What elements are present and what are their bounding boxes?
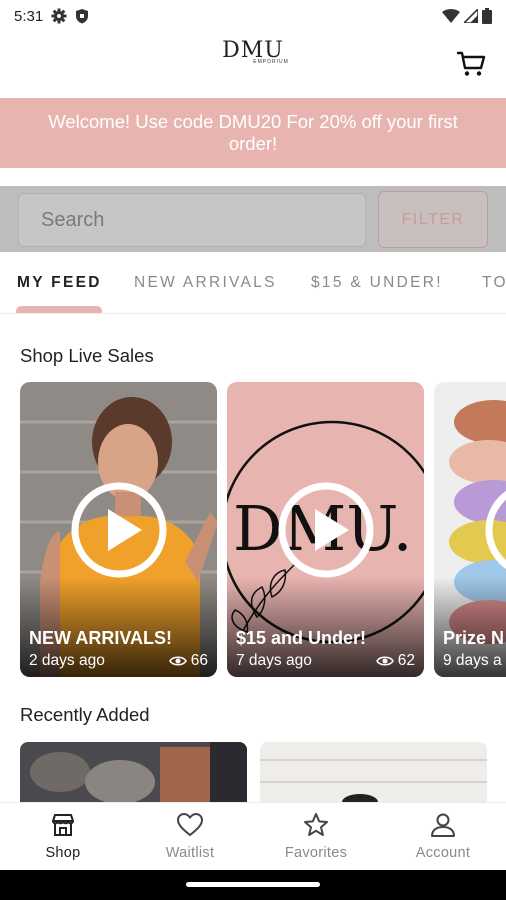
section-title-live-sales: Shop Live Sales — [20, 345, 154, 366]
live-sale-views: 62 — [397, 652, 415, 669]
live-sale-date: 2 days ago — [29, 652, 105, 669]
nav-label: Account — [415, 845, 471, 861]
active-tab-indicator — [16, 306, 102, 313]
live-sale-date: 7 days ago — [236, 652, 312, 669]
wifi-icon — [442, 9, 460, 23]
feed-tabs: MY FEED NEW ARRIVALS $15 & UNDER! TO — [0, 262, 506, 314]
promo-banner[interactable]: Welcome! Use code DMU20 For 20% off your… — [0, 98, 506, 168]
tab-new-arrivals[interactable]: NEW ARRIVALS — [134, 274, 277, 292]
play-icon[interactable] — [277, 481, 375, 579]
search-input[interactable]: Search — [18, 193, 366, 247]
system-nav-bar — [0, 870, 506, 900]
cell-signal-icon — [464, 9, 478, 23]
product-thumbnail — [260, 742, 487, 802]
star-icon — [304, 813, 328, 836]
live-sale-title: Prize N — [443, 628, 505, 648]
live-sale-date: 9 days a — [443, 652, 502, 669]
nav-favorites[interactable]: Favorites — [253, 811, 379, 861]
storefront-icon — [52, 814, 74, 836]
live-sale-card[interactable]: Prize N 9 days a — [434, 382, 506, 677]
dmu-logo[interactable]: DMU EMPORIUM — [0, 38, 506, 65]
live-sale-card[interactable]: DMU. $15 and Under! 7 days ago 62 — [227, 382, 424, 677]
live-sale-views: 66 — [190, 652, 208, 669]
bottom-nav: Shop Waitlist Favorites Account — [0, 802, 506, 870]
app-header: DMU EMPORIUM — [0, 32, 506, 98]
recent-product-card[interactable] — [20, 742, 247, 802]
section-title-recently-added: Recently Added — [20, 704, 150, 725]
heart-icon — [177, 813, 203, 837]
search-bar: Search FILTER — [0, 186, 506, 252]
shield-icon — [76, 9, 89, 24]
tab-more[interactable]: TO — [482, 274, 506, 292]
nav-label: Shop — [45, 845, 81, 861]
recently-added-list[interactable] — [20, 742, 506, 802]
home-gesture-pill[interactable] — [186, 882, 320, 887]
nav-label: Favorites — [284, 845, 348, 861]
tab-my-feed[interactable]: MY FEED — [17, 274, 102, 292]
live-sales-carousel[interactable]: NEW ARRIVALS! 2 days ago 66 DMU. $15 and… — [20, 382, 506, 678]
shopping-cart-icon[interactable] — [456, 48, 486, 78]
nav-account[interactable]: Account — [380, 811, 506, 861]
live-sale-title: NEW ARRIVALS! — [29, 628, 172, 648]
recent-product-card[interactable] — [260, 742, 487, 802]
nav-shop[interactable]: Shop — [0, 811, 126, 861]
person-icon — [431, 813, 455, 837]
status-time: 5:31 — [14, 7, 44, 25]
eye-icon — [375, 656, 394, 666]
tab-15-and-under[interactable]: $15 & UNDER! — [311, 274, 443, 292]
eye-icon — [168, 656, 187, 666]
live-sale-title: $15 and Under! — [236, 628, 367, 648]
status-bar: 5:31 — [0, 0, 506, 32]
play-icon[interactable] — [484, 481, 506, 579]
live-sale-card[interactable]: NEW ARRIVALS! 2 days ago 66 — [20, 382, 217, 677]
nav-label: Waitlist — [165, 845, 215, 861]
battery-icon — [482, 8, 492, 24]
filter-button[interactable]: FILTER — [378, 191, 488, 248]
settings-gear-icon — [51, 8, 67, 24]
nav-waitlist[interactable]: Waitlist — [127, 811, 253, 861]
play-icon[interactable] — [70, 481, 168, 579]
product-thumbnail — [20, 742, 247, 802]
